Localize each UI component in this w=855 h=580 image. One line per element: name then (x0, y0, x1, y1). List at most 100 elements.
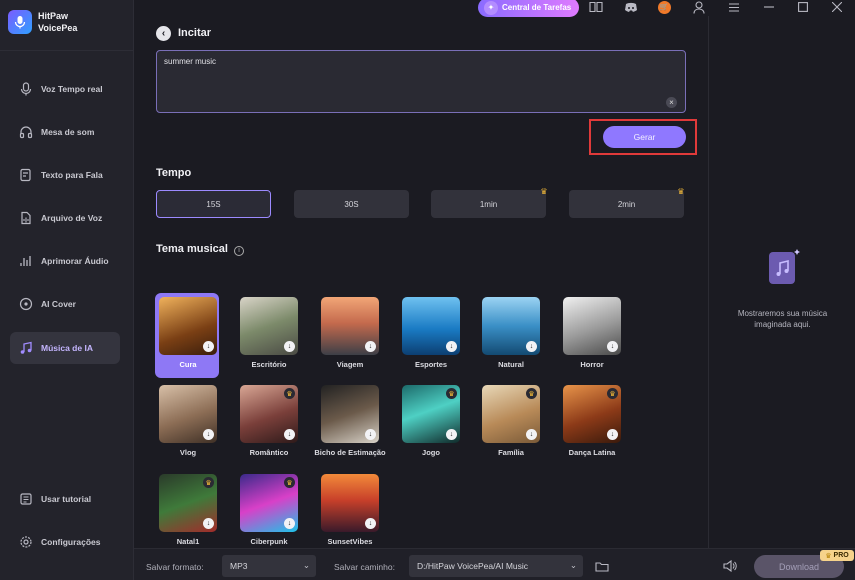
download-icon[interactable]: ↓ (284, 429, 295, 440)
menu-icon[interactable] (727, 0, 741, 14)
theme-card[interactable]: ↓ (159, 297, 217, 355)
theme-title: Tema musical i (156, 243, 245, 256)
book-icon[interactable] (589, 0, 603, 14)
chevron-down-icon: ⌄ (302, 560, 310, 570)
app-name-line1: HitPaw (38, 11, 69, 21)
tempo-option-2min[interactable]: 2min (569, 190, 684, 218)
download-icon[interactable]: ↓ (446, 341, 457, 352)
theme-label: Natal1 (176, 537, 200, 546)
theme-label: Família (498, 448, 524, 457)
folder-icon[interactable] (595, 559, 609, 573)
download-icon[interactable]: ↓ (203, 518, 214, 529)
minimize-icon[interactable] (762, 0, 776, 14)
sidebar-item-voz-tempo-real[interactable]: Voz Tempo real (10, 73, 120, 105)
download-icon[interactable]: ↓ (446, 429, 457, 440)
theme-title-text: Tema musical (156, 243, 228, 255)
sidebar-item-label: Arquivo de Voz (41, 213, 103, 223)
sidebar-item-label: Configurações (41, 537, 101, 547)
sidebar-item-label: Música de IA (41, 343, 93, 353)
download-icon[interactable]: ↓ (365, 429, 376, 440)
prompt-title: Incitar (178, 27, 212, 39)
app-name: HitPaw VoicePea (38, 10, 77, 34)
crown-icon: ♛ (825, 552, 832, 560)
chevron-down-icon: ⌄ (569, 560, 577, 570)
theme-card[interactable]: ↓ ♛ (402, 385, 460, 443)
tempo-option-15s[interactable]: 15S (156, 190, 271, 218)
theme-label: Vlog (179, 448, 197, 457)
sidebar-item-texto-para-fala[interactable]: Texto para Fala (10, 159, 120, 191)
theme-card[interactable]: ↓ (240, 297, 298, 355)
generate-button[interactable]: Gerar (603, 126, 686, 148)
theme-card[interactable]: ↓ ♛ (240, 385, 298, 443)
theme-card[interactable]: ↓ (321, 474, 379, 532)
sidebar-item-ai-cover[interactable]: AI Cover (10, 288, 120, 320)
sidebar-item-aprimorar-audio[interactable]: Aprimorar Áudio (10, 245, 120, 277)
info-icon[interactable]: i (234, 245, 245, 256)
user-icon[interactable] (692, 0, 706, 14)
back-button[interactable]: ‹ (156, 26, 171, 41)
task-center-label: Central de Tarefas (502, 3, 572, 12)
download-icon[interactable]: ↓ (607, 429, 618, 440)
format-select[interactable]: MP3 ⌄ (222, 555, 316, 577)
sidebar-item-musica-de-ia[interactable]: Música de IA (10, 332, 120, 364)
prompt-input[interactable]: summer music (156, 50, 686, 113)
premium-crown-icon: ♛ (284, 388, 295, 399)
theme-label: Romântico (249, 448, 289, 457)
sidebar-item-label: Usar tutorial (41, 494, 92, 504)
download-icon[interactable]: ↓ (526, 341, 537, 352)
tempo-title: Tempo (156, 167, 192, 179)
download-icon[interactable]: ↓ (607, 341, 618, 352)
theme-card[interactable]: ↓ (482, 297, 540, 355)
sidebar-item-configuracoes[interactable]: Configurações (10, 526, 120, 558)
theme-label: Ciberpunk (250, 537, 288, 546)
format-value: MP3 (230, 561, 248, 571)
premium-crown-icon: ♛ (284, 477, 295, 488)
download-icon[interactable]: ↓ (284, 341, 295, 352)
theme-card[interactable]: ↓ (402, 297, 460, 355)
tempo-option-1min[interactable]: 1min (431, 190, 546, 218)
theme-card[interactable]: ↓ ♛ (240, 474, 298, 532)
path-label: Salvar caminho: (334, 562, 395, 572)
download-icon[interactable]: ↓ (365, 341, 376, 352)
theme-card[interactable]: ↓ ♛ (159, 474, 217, 532)
cart-icon[interactable]: 🛒 (657, 0, 671, 14)
pro-badge: ♛ PRO (820, 550, 854, 561)
close-icon[interactable] (830, 0, 844, 14)
music-file-icon (767, 248, 801, 286)
premium-crown-icon: ♛ (446, 388, 457, 399)
volume-icon[interactable] (723, 559, 737, 573)
premium-crown-icon: ♛ (540, 186, 548, 196)
chevron-left-icon: ‹ (161, 28, 166, 39)
theme-card[interactable]: ↓ (321, 385, 379, 443)
path-select[interactable]: D:/HitPaw VoicePea/AI Music ⌄ (409, 555, 583, 577)
download-icon[interactable]: ↓ (365, 518, 376, 529)
download-icon[interactable]: ↓ (526, 429, 537, 440)
theme-card[interactable]: ↓ ♛ (563, 385, 621, 443)
download-icon[interactable]: ↓ (284, 518, 295, 529)
sidebar-item-usar-tutorial[interactable]: Usar tutorial (10, 483, 120, 515)
theme-card[interactable]: ↓ (321, 297, 379, 355)
theme-card[interactable]: ↓ (563, 297, 621, 355)
download-icon[interactable]: ↓ (203, 429, 214, 440)
prompt-input-value: summer music (164, 57, 217, 66)
music-note-icon (18, 340, 34, 356)
settings-icon (18, 534, 34, 550)
sidebar-item-label: Texto para Fala (41, 170, 103, 180)
premium-crown-icon: ♛ (526, 388, 537, 399)
format-label: Salvar formato: (146, 562, 204, 572)
discord-icon[interactable] (624, 0, 638, 14)
task-center-button[interactable]: ✦ Central de Tarefas (478, 0, 579, 17)
sidebar-item-mesa-de-som[interactable]: Mesa de som (10, 116, 120, 148)
clear-prompt-icon[interactable]: × (666, 97, 677, 108)
headphones-icon (18, 124, 34, 140)
app-name-line2: VoicePea (38, 23, 78, 33)
sidebar-item-arquivo-de-voz[interactable]: Arquivo de Voz (10, 202, 120, 234)
tempo-option-30s[interactable]: 30S (294, 190, 409, 218)
theme-card[interactable]: ↓ (159, 385, 217, 443)
maximize-icon[interactable] (796, 0, 810, 14)
bottom-bar: Salvar formato: MP3 ⌄ Salvar caminho: D:… (134, 548, 855, 580)
theme-card[interactable]: ↓ ♛ (482, 385, 540, 443)
premium-crown-icon: ♛ (607, 388, 618, 399)
download-icon[interactable]: ↓ (203, 341, 214, 352)
voice-file-icon (18, 210, 34, 226)
